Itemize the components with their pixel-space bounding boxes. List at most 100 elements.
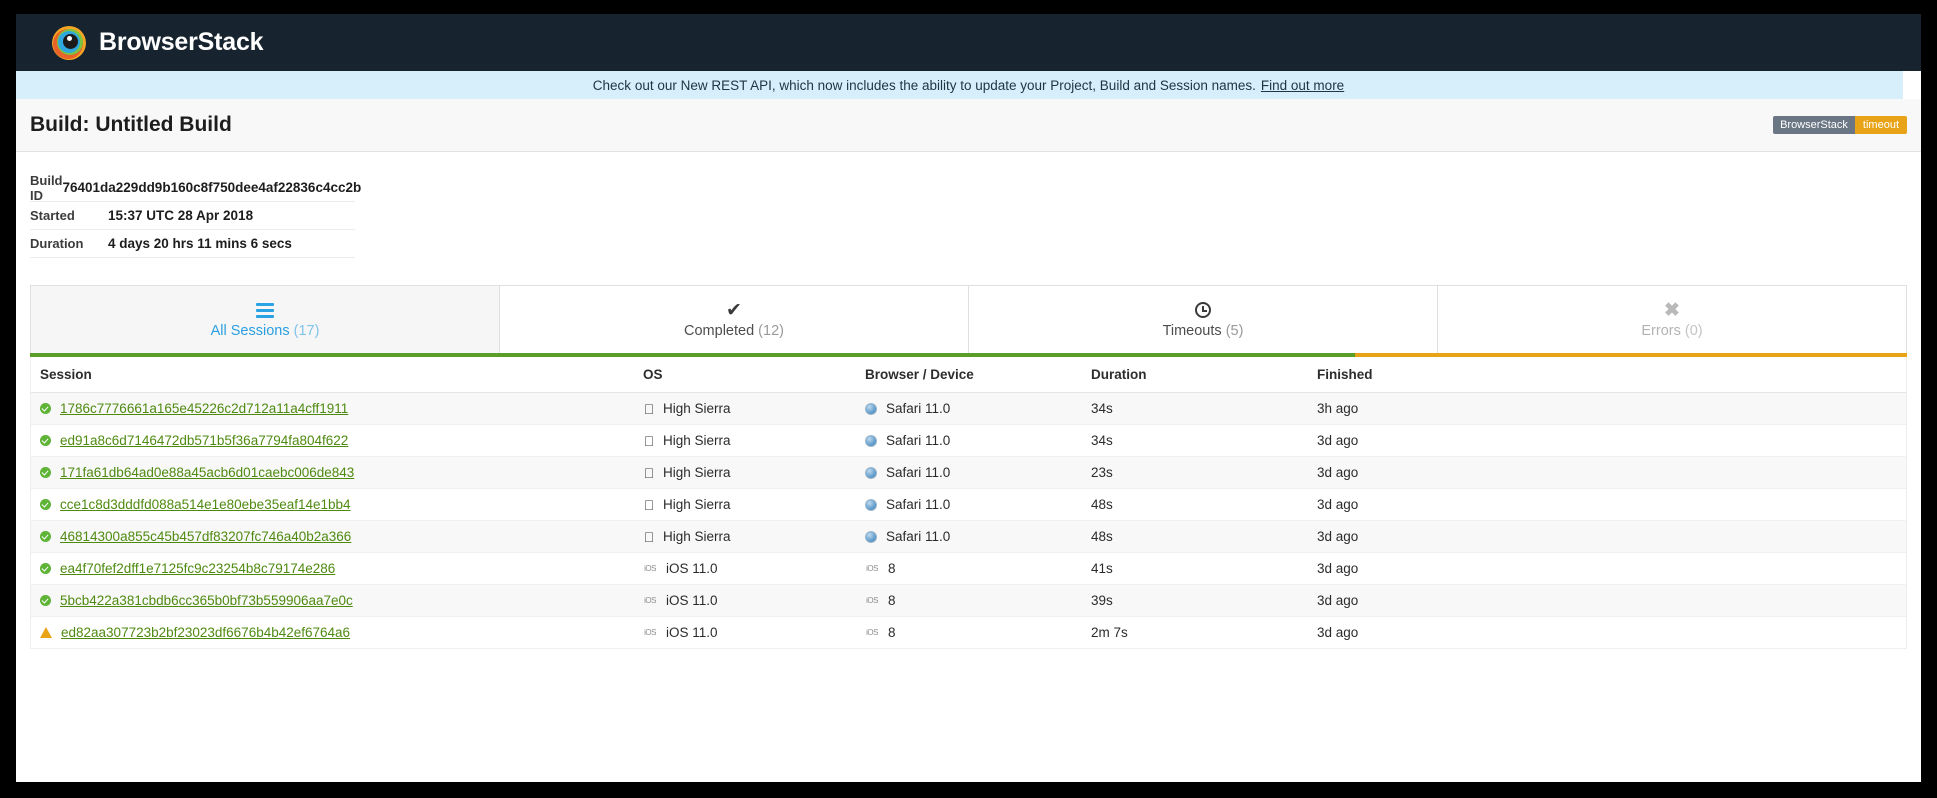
column-header-session[interactable]: Session xyxy=(31,367,643,382)
table-row[interactable]: 171fa61db64ad0e88a45acb6d01caebc006de843… xyxy=(31,457,1906,489)
table-row[interactable]: ed82aa307723b2bf23023df6676b4b42ef6764a6… xyxy=(31,617,1906,649)
column-header-browser-device[interactable]: Browser / Device xyxy=(865,367,1091,382)
status-passed-icon xyxy=(40,595,51,606)
ios-device-icon: iOS xyxy=(866,596,878,605)
table-row[interactable]: 5bcb422a381cbdb6cc365b0bf73b559906aa7e0c… xyxy=(31,585,1906,617)
session-filter-tabs: All Sessions (17) ✔ Completed (12) Timeo… xyxy=(30,285,1907,353)
underline-passed-segment xyxy=(30,353,1356,357)
session-finished: 3d ago xyxy=(1317,561,1359,576)
table-row[interactable]: ed91a8c6d7146472db571b5f36a7794fa804f622… xyxy=(31,425,1906,457)
sessions-table: Session OS Browser / Device Duration Fin… xyxy=(30,357,1907,649)
session-link[interactable]: ed91a8c6d7146472db571b5f36a7794fa804f622 xyxy=(60,433,348,448)
apple-icon:  xyxy=(643,465,655,481)
session-finished: 3d ago xyxy=(1317,497,1359,512)
os-name: iOS 11.0 xyxy=(666,561,718,576)
tab-timeouts-label: Timeouts xyxy=(1162,323,1222,339)
session-finished: 3d ago xyxy=(1317,625,1359,640)
announcement-close-area[interactable] xyxy=(1903,71,1921,99)
tab-completed-label: Completed xyxy=(684,323,755,339)
tab-errors[interactable]: ✖ Errors (0) xyxy=(1438,286,1906,353)
browserstack-logo-icon[interactable] xyxy=(52,25,86,60)
safari-icon xyxy=(865,402,877,415)
status-passed-icon xyxy=(40,403,51,414)
tab-label: All Sessions (17) xyxy=(211,323,320,339)
announcement-banner: Check out our New REST API, which now in… xyxy=(16,71,1921,99)
session-duration: 2m 7s xyxy=(1091,625,1128,640)
session-link[interactable]: 5bcb422a381cbdb6cc365b0bf73b559906aa7e0c xyxy=(60,593,353,608)
meta-row-build-id: Build ID 76401da229dd9b160c8f750dee4af22… xyxy=(30,172,361,203)
meta-row-started: Started 15:37 UTC 28 Apr 2018 xyxy=(30,202,355,230)
status-passed-icon xyxy=(40,435,51,446)
page-title: Build: Untitled Build xyxy=(30,113,232,136)
ios-device-icon: iOS xyxy=(866,564,878,573)
session-finished: 3h ago xyxy=(1317,401,1359,416)
badge-source: BrowserStack xyxy=(1773,116,1855,134)
safari-icon xyxy=(865,530,877,543)
apple-icon:  xyxy=(643,529,655,545)
os-name: iOS 11.0 xyxy=(666,625,718,640)
tab-all-sessions-label: All Sessions xyxy=(210,323,290,339)
os-name: High Sierra xyxy=(663,401,731,416)
tab-errors-label: Errors xyxy=(1641,323,1681,339)
session-link[interactable]: ed82aa307723b2bf23023df6676b4b42ef6764a6 xyxy=(61,625,350,640)
os-name: High Sierra xyxy=(663,529,731,544)
session-link[interactable]: cce1c8d3dddfd088a514e1e80ebe35eaf14e1bb4 xyxy=(60,497,351,512)
session-link[interactable]: ea4f70fef2dff1e7125fc9c23254b8c79174e286 xyxy=(60,561,335,576)
table-header-row: Session OS Browser / Device Duration Fin… xyxy=(31,357,1906,393)
meta-label: Started xyxy=(30,208,75,223)
safari-icon xyxy=(865,466,877,479)
session-link[interactable]: 171fa61db64ad0e88a45acb6d01caebc006de843 xyxy=(60,465,354,480)
session-duration: 41s xyxy=(1091,561,1113,576)
status-timeout-icon xyxy=(40,627,52,638)
column-header-duration[interactable]: Duration xyxy=(1091,367,1317,382)
build-metadata: Build ID 76401da229dd9b160c8f750dee4af22… xyxy=(16,152,1921,258)
tab-label: Errors (0) xyxy=(1641,323,1702,339)
session-link[interactable]: 46814300a855c45b457df83207fc746a40b2a366 xyxy=(60,529,351,544)
top-navigation-bar: BrowserStack xyxy=(16,14,1921,71)
table-row[interactable]: 46814300a855c45b457df83207fc746a40b2a366… xyxy=(31,521,1906,553)
clock-icon xyxy=(1195,300,1211,320)
table-row[interactable]: 1786c7776661a165e45226c2d712a11a4cff1911… xyxy=(31,393,1906,425)
column-header-os[interactable]: OS xyxy=(643,367,865,382)
tab-completed[interactable]: ✔ Completed (12) xyxy=(500,286,969,353)
session-link[interactable]: 1786c7776661a165e45226c2d712a11a4cff1911 xyxy=(60,401,348,416)
session-duration: 39s xyxy=(1091,593,1113,608)
session-duration: 48s xyxy=(1091,497,1113,512)
meta-value: 4 days 20 hrs 11 mins 6 secs xyxy=(108,236,292,251)
tab-timeouts-count: (5) xyxy=(1225,323,1244,339)
session-duration: 48s xyxy=(1091,529,1113,544)
tab-all-sessions-count: (17) xyxy=(293,323,320,339)
table-row[interactable]: ea4f70fef2dff1e7125fc9c23254b8c79174e286… xyxy=(31,553,1906,585)
find-out-more-link[interactable]: Find out more xyxy=(1261,78,1344,93)
browser-name: 8 xyxy=(888,561,896,576)
browser-name: Safari 11.0 xyxy=(886,433,951,448)
browser-name: 8 xyxy=(888,593,896,608)
os-name: High Sierra xyxy=(663,433,731,448)
check-icon: ✔ xyxy=(726,299,742,321)
meta-label: Build ID xyxy=(30,172,63,203)
os-name: High Sierra xyxy=(663,497,731,512)
column-header-finished[interactable]: Finished xyxy=(1317,367,1906,382)
session-finished: 3d ago xyxy=(1317,529,1359,544)
browser-name: Safari 11.0 xyxy=(886,497,951,512)
os-name: iOS 11.0 xyxy=(666,593,718,608)
browser-name: Safari 11.0 xyxy=(886,465,951,480)
session-finished: 3d ago xyxy=(1317,465,1359,480)
status-passed-icon xyxy=(40,499,51,510)
announcement-text: Check out our New REST API, which now in… xyxy=(592,77,1256,93)
table-row[interactable]: cce1c8d3dddfd088a514e1e80ebe35eaf14e1bb4… xyxy=(31,489,1906,521)
app-viewport: BrowserStack Check out our New REST API,… xyxy=(16,14,1921,782)
session-finished: 3d ago xyxy=(1317,433,1359,448)
tab-all-sessions[interactable]: All Sessions (17) xyxy=(31,286,500,353)
browser-name: Safari 11.0 xyxy=(886,401,951,416)
browser-name: 8 xyxy=(888,625,896,640)
meta-value: 76401da229dd9b160c8f750dee4af22836c4cc2b xyxy=(62,180,362,195)
status-badge: BrowserStack timeout xyxy=(1773,116,1907,134)
tab-errors-count: (0) xyxy=(1684,323,1703,339)
session-duration: 34s xyxy=(1091,433,1113,448)
session-duration: 23s xyxy=(1091,465,1113,480)
brand-name[interactable]: BrowserStack xyxy=(99,28,264,57)
apple-icon:  xyxy=(643,433,655,449)
tab-timeouts[interactable]: Timeouts (5) xyxy=(969,286,1438,353)
status-passed-icon xyxy=(40,467,51,478)
